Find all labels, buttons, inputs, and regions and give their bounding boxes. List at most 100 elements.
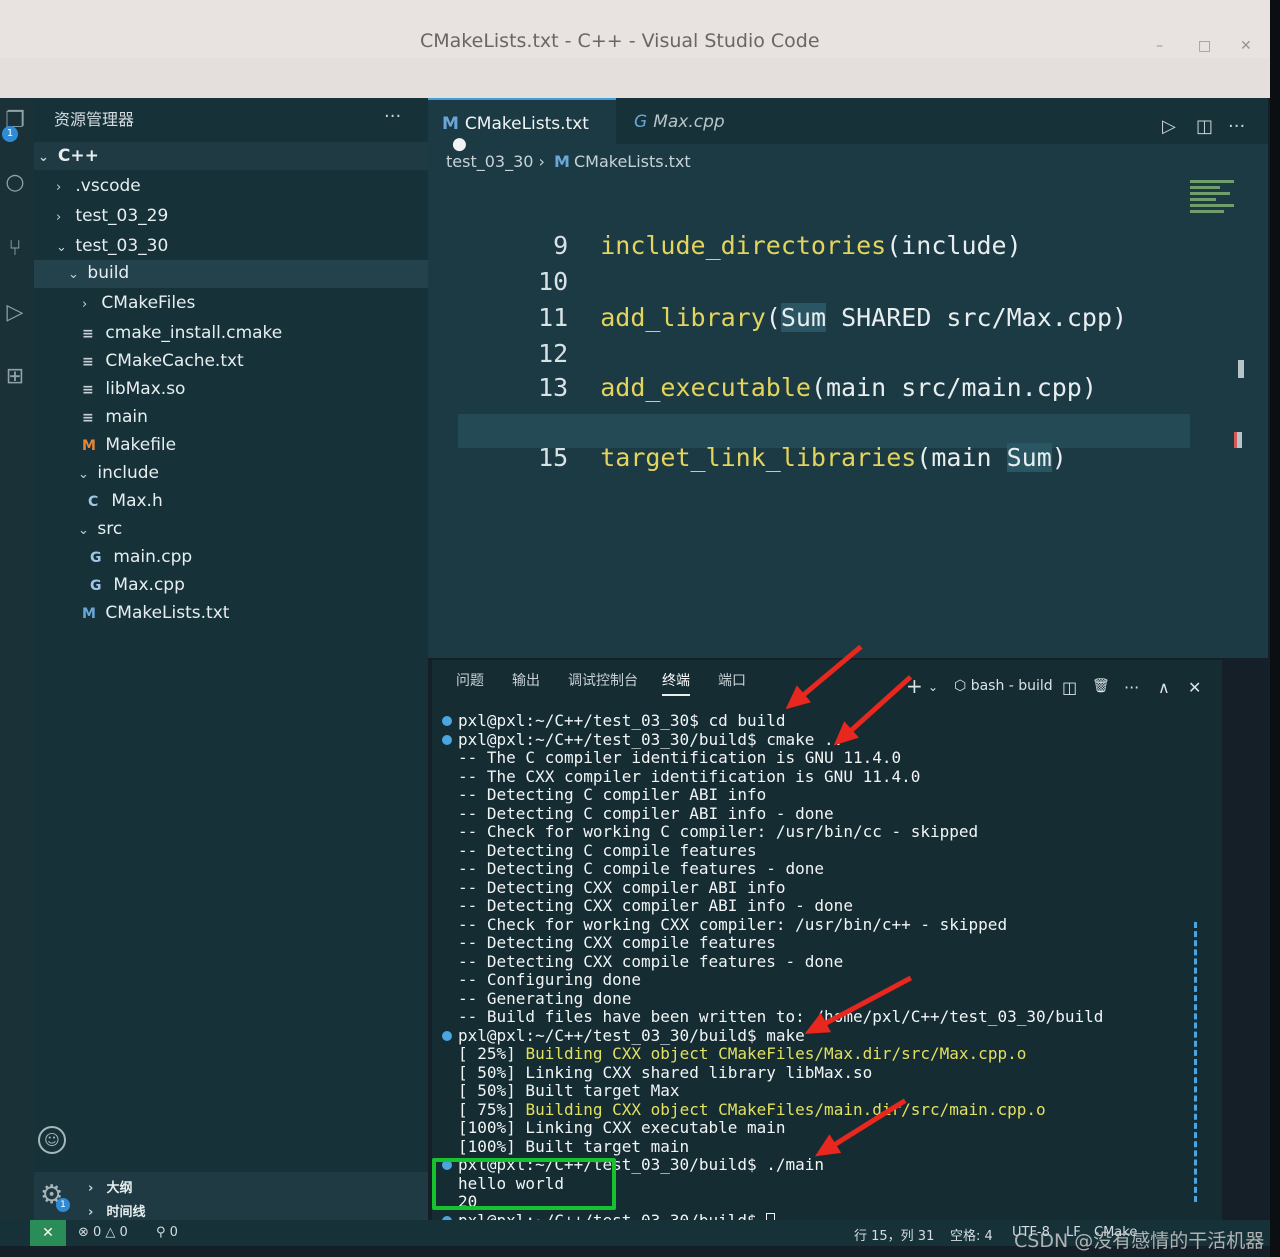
code-line-current[interactable]: 15 target_link_libraries(main Sum) bbox=[458, 414, 1190, 472]
run-icon[interactable]: ▷ bbox=[1162, 116, 1176, 137]
trash-icon[interactable]: 🗑 bbox=[1092, 678, 1110, 694]
activity-bar: ❐ 1 ○ ⑂ ▷ ⊞ bbox=[0, 98, 34, 1220]
maximize-button[interactable]: □ bbox=[1198, 38, 1211, 54]
ports-status[interactable]: ⚲ 0 bbox=[156, 1225, 178, 1240]
minimize-button[interactable]: – bbox=[1156, 38, 1163, 54]
maximize-panel-icon[interactable]: ∧ bbox=[1158, 678, 1170, 697]
tree-item-test_03_30[interactable]: ⌄ test_03_30 bbox=[34, 232, 428, 260]
tree-item-label: CMakeCache.txt bbox=[105, 351, 244, 371]
tab-max-cpp[interactable]: G Max.cpp bbox=[620, 98, 780, 144]
window-title: CMakeLists.txt - C++ - Visual Studio Cod… bbox=[420, 30, 820, 52]
code-line[interactable]: 10 bbox=[458, 238, 600, 296]
terminal-line: -- Detecting C compile features bbox=[442, 841, 1212, 861]
terminal-line: pxl@pxl:~/C++/test_03_30/build$ cmake .. bbox=[442, 730, 1212, 750]
terminal-line: -- Check for working C compiler: /usr/bi… bbox=[442, 822, 1212, 842]
chevron-down-icon[interactable]: ⌄ bbox=[928, 680, 938, 694]
terminal-scrollbar[interactable] bbox=[1194, 922, 1198, 1202]
cmake-command: add_library bbox=[600, 303, 766, 332]
close-panel-icon[interactable]: ✕ bbox=[1188, 678, 1201, 697]
cmake-command: target_link_libraries bbox=[600, 443, 917, 472]
code-line[interactable]: 8 bbox=[458, 170, 600, 194]
terminal-selector[interactable]: ⬡ bash - build bbox=[954, 678, 1053, 694]
editor-area: M CMakeLists.txt ● G Max.cpp ▷ ◫ ··· test_… bbox=[428, 98, 1268, 658]
remote-indicator[interactable]: ✕ bbox=[30, 1220, 66, 1246]
c-header-icon: C bbox=[88, 494, 99, 510]
tree-item-cmakecache[interactable]: ≡ CMakeCache.txt bbox=[34, 348, 428, 376]
file-lines-icon: ≡ bbox=[82, 382, 94, 398]
terminal-text: [100%] Linking CXX executable main bbox=[458, 1118, 786, 1137]
terminal-line: -- Configuring done bbox=[442, 970, 1212, 990]
explorer-badge: 1 bbox=[2, 126, 18, 142]
chevron-down-icon: ⌄ bbox=[38, 150, 49, 165]
outline-section[interactable]: › 大纲 bbox=[34, 1172, 428, 1196]
indentation-status[interactable]: 空格: 4 bbox=[950, 1225, 993, 1244]
tree-item-libmax[interactable]: ≡ libMax.so bbox=[34, 376, 428, 404]
source-control-icon[interactable]: ⑂ bbox=[0, 236, 30, 266]
tree-item-cmake-install[interactable]: ≡ cmake_install.cmake bbox=[34, 320, 428, 348]
code-line[interactable]: 11 add_library(Sum SHARED src/Max.cpp) bbox=[458, 274, 1127, 332]
cpp-file-icon: G bbox=[634, 112, 648, 132]
terminal-name: bash - build bbox=[970, 678, 1053, 694]
title-bar: CMakeLists.txt - C++ - Visual Studio Cod… bbox=[0, 0, 1270, 58]
split-terminal-icon[interactable]: ◫ bbox=[1062, 678, 1077, 697]
more-actions-icon[interactable]: ··· bbox=[1228, 116, 1245, 137]
terminal-text: [ 75%] bbox=[458, 1099, 526, 1119]
tree-item-max-h[interactable]: C Max.h bbox=[34, 488, 428, 516]
terminal-line: -- Detecting C compiler ABI info - done bbox=[442, 803, 1212, 824]
breadcrumb-folder[interactable]: test_03_30 bbox=[446, 152, 533, 171]
tree-item-build[interactable]: ⌄ build bbox=[34, 260, 428, 288]
search-icon[interactable]: ○ bbox=[0, 170, 30, 200]
modified-dot-icon[interactable]: ● bbox=[452, 134, 467, 154]
code-line[interactable]: 13 add_executable(main src/main.cpp) bbox=[458, 344, 1097, 402]
terminal-text: -- Detecting C compiler ABI info - done bbox=[458, 803, 834, 823]
workspace-label: C++ bbox=[57, 146, 99, 166]
tree-item-label: Max.h bbox=[111, 491, 163, 511]
workspace-section[interactable]: ⌄ C++ bbox=[34, 142, 428, 170]
tree-item-test_03_29[interactable]: › test_03_29 bbox=[34, 202, 428, 230]
tab-output[interactable]: 输出 bbox=[512, 670, 540, 690]
problems-status[interactable]: ⊗ 0 △ 0 bbox=[78, 1225, 128, 1240]
tree-item-cmakefiles[interactable]: › CMakeFiles bbox=[34, 290, 428, 318]
minimap[interactable] bbox=[1190, 180, 1242, 228]
code-line[interactable]: 14 bbox=[458, 380, 600, 438]
run-debug-icon[interactable]: ▷ bbox=[0, 300, 30, 330]
explorer-more-button[interactable]: ··· bbox=[384, 106, 401, 127]
chevron-down-icon: ⌄ bbox=[78, 523, 89, 538]
tab-ports[interactable]: 端口 bbox=[718, 670, 746, 690]
timeline-section[interactable]: › 时间线 bbox=[34, 1196, 428, 1220]
editor-scrollbar[interactable] bbox=[1238, 360, 1244, 378]
terminal-text: -- Detecting CXX compiler ABI info - don… bbox=[458, 896, 853, 915]
tab-cmakelists[interactable]: M CMakeLists.txt ● bbox=[428, 98, 616, 154]
tree-item-include[interactable]: ⌄ include bbox=[34, 460, 428, 488]
tree-item-makefile[interactable]: M Makefile bbox=[34, 432, 428, 460]
file-lines-icon: ≡ bbox=[82, 326, 94, 342]
cmake-args: (include) bbox=[886, 231, 1022, 260]
tab-label: CMakeLists.txt bbox=[464, 114, 589, 134]
tree-item-main[interactable]: ≡ main bbox=[34, 404, 428, 432]
editor-scrollbar-marker bbox=[1234, 432, 1242, 448]
split-editor-icon[interactable]: ◫ bbox=[1196, 116, 1213, 137]
tree-item-src[interactable]: ⌄ src bbox=[34, 516, 428, 544]
terminal-line: -- Detecting CXX compile features - done bbox=[442, 952, 1212, 972]
tree-item-label: Max.cpp bbox=[113, 575, 185, 595]
more-icon[interactable]: ··· bbox=[1124, 678, 1139, 697]
breadcrumb: test_03_30 › M CMakeLists.txt bbox=[446, 152, 691, 171]
tab-debug-console[interactable]: 调试控制台 bbox=[568, 670, 638, 690]
tab-terminal[interactable]: 终端 bbox=[662, 670, 690, 696]
tree-item-main-cpp[interactable]: G main.cpp bbox=[34, 544, 428, 572]
chevron-right-icon: › bbox=[538, 152, 545, 171]
cursor-position[interactable]: 行 15，列 31 bbox=[854, 1225, 934, 1244]
extensions-icon[interactable]: ⊞ bbox=[0, 364, 30, 394]
code-line[interactable]: 9 include_directories(include) bbox=[458, 202, 1022, 260]
tree-item-max-cpp[interactable]: G Max.cpp bbox=[34, 572, 428, 600]
account-icon[interactable]: ☺ bbox=[38, 1126, 66, 1154]
tab-problems[interactable]: 问题 bbox=[456, 670, 484, 690]
close-window-button[interactable]: ✕ bbox=[1240, 38, 1252, 54]
tree-item-cmakelists[interactable]: M CMakeLists.txt bbox=[34, 600, 428, 628]
breadcrumb-file[interactable]: CMakeLists.txt bbox=[574, 152, 691, 171]
tree-item-label: build bbox=[87, 263, 130, 283]
code-line[interactable]: 12 bbox=[458, 310, 600, 368]
tree-item-vscode[interactable]: › .vscode bbox=[34, 172, 428, 200]
terminal-build-step: Building CXX object CMakeFiles/Max.dir/s… bbox=[525, 1044, 1027, 1063]
tree-item-label: .vscode bbox=[75, 176, 141, 196]
